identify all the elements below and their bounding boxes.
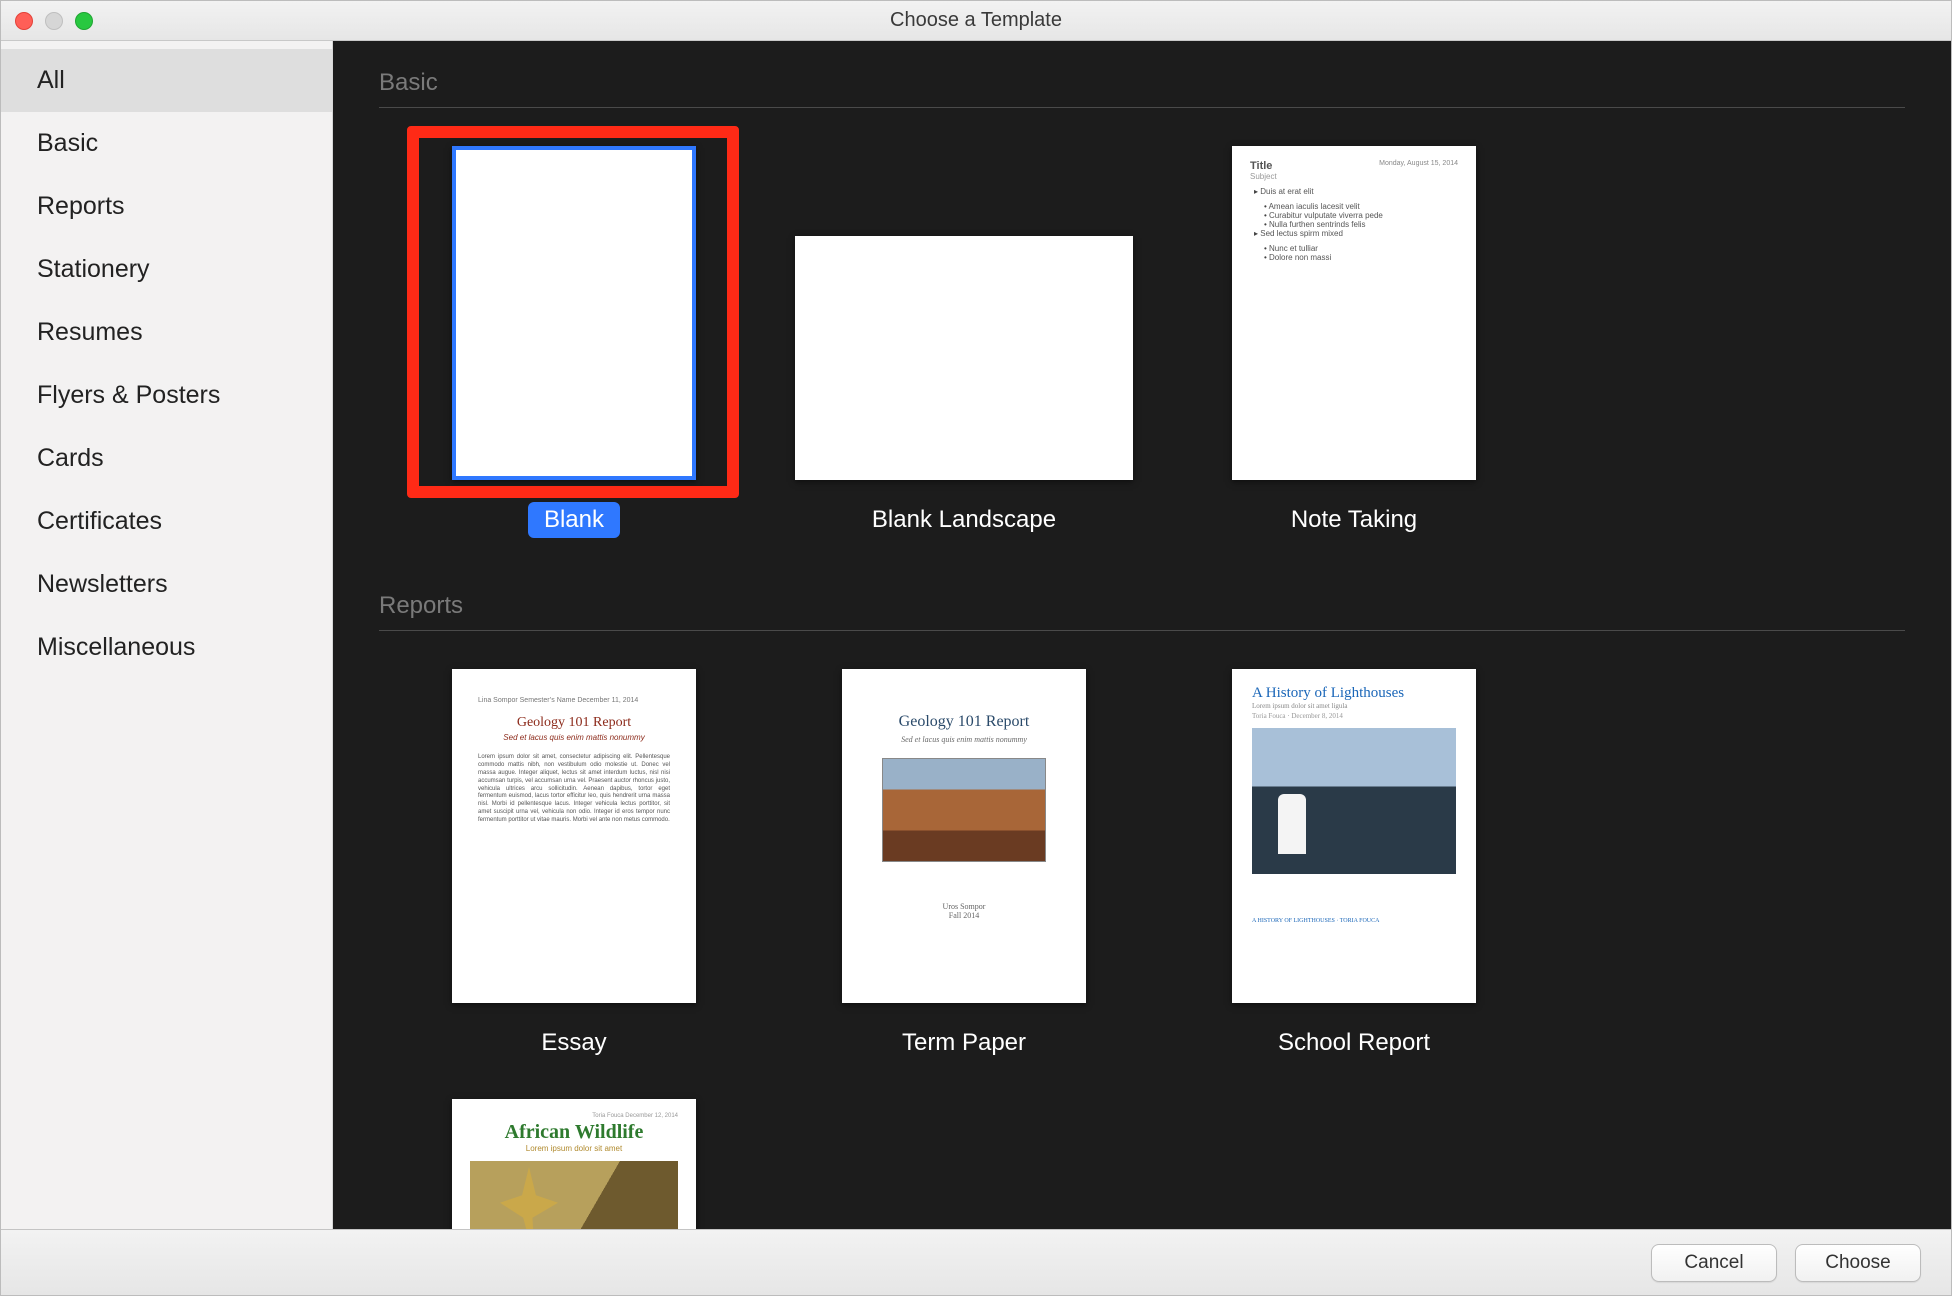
template-blank[interactable]: Blank xyxy=(379,134,769,538)
section-rule xyxy=(379,107,1905,108)
template-chooser-window: Choose a Template All Basic Reports Stat… xyxy=(0,0,1952,1296)
thumb-area: Lina Sompor Semester’s Name December 11,… xyxy=(379,657,769,1003)
thumb-area: Monday, August 15, 2014 Title Subject Du… xyxy=(1159,134,1549,480)
sidebar-item-label: Reports xyxy=(37,192,125,220)
sidebar-item-resumes[interactable]: Resumes xyxy=(1,301,332,364)
thumb-area: A History of Lighthouses Lorem ipsum dol… xyxy=(1159,657,1549,1003)
template-label: School Report xyxy=(1262,1025,1446,1061)
section-header-reports: Reports xyxy=(379,564,1905,630)
basic-grid: Blank Blank Landscape Monday, August 15,… xyxy=(379,134,1905,564)
template-label: Term Paper xyxy=(886,1025,1042,1061)
template-label: Blank Landscape xyxy=(856,502,1072,538)
template-label: Note Taking xyxy=(1275,502,1433,538)
sidebar-item-cards[interactable]: Cards xyxy=(1,427,332,490)
sidebar-item-all[interactable]: All xyxy=(1,49,332,112)
thumb-area: Geology 101 Report Sed et lacus quis eni… xyxy=(769,657,1159,1003)
titlebar: Choose a Template xyxy=(1,1,1951,41)
thumbnail-blank-landscape xyxy=(795,236,1133,480)
thumbnail-essay: Lina Sompor Semester’s Name December 11,… xyxy=(452,669,696,1003)
section-header-basic: Basic xyxy=(379,41,1905,107)
preview-content: A History of Lighthouses Lorem ipsum dol… xyxy=(1232,669,1476,940)
preview-content: Toria Fouca December 12, 2014 African Wi… xyxy=(452,1099,696,1229)
choose-button[interactable]: Choose xyxy=(1795,1244,1921,1282)
sidebar-item-label: Newsletters xyxy=(37,570,168,598)
window-body: All Basic Reports Stationery Resumes Fly… xyxy=(1,41,1951,1229)
preview-photo xyxy=(882,758,1046,862)
thumb-area xyxy=(379,134,769,480)
sidebar-item-certificates[interactable]: Certificates xyxy=(1,490,332,553)
sidebar-item-stationery[interactable]: Stationery xyxy=(1,238,332,301)
template-note-taking[interactable]: Monday, August 15, 2014 Title Subject Du… xyxy=(1159,134,1549,538)
thumbnail-blank xyxy=(452,146,696,480)
template-label: Blank xyxy=(528,502,620,538)
sidebar: All Basic Reports Stationery Resumes Fly… xyxy=(1,41,333,1229)
template-gallery[interactable]: Basic Blank Blank Landscape xyxy=(333,41,1951,1229)
template-visual-report[interactable]: Toria Fouca December 12, 2014 African Wi… xyxy=(379,1087,769,1229)
cancel-button[interactable]: Cancel xyxy=(1651,1244,1777,1282)
template-blank-landscape[interactable]: Blank Landscape xyxy=(769,134,1159,538)
preview-photo xyxy=(470,1161,678,1229)
template-label: Essay xyxy=(525,1025,622,1061)
sidebar-item-reports[interactable]: Reports xyxy=(1,175,332,238)
thumb-area: Toria Fouca December 12, 2014 African Wi… xyxy=(379,1087,769,1229)
section-rule xyxy=(379,630,1905,631)
window-title: Choose a Template xyxy=(1,9,1951,32)
sidebar-item-label: Miscellaneous xyxy=(37,633,195,661)
sidebar-item-label: All xyxy=(37,66,65,94)
thumbnail-school-report: A History of Lighthouses Lorem ipsum dol… xyxy=(1232,669,1476,1003)
template-term-paper[interactable]: Geology 101 Report Sed et lacus quis eni… xyxy=(769,657,1159,1061)
thumbnail-visual-report: Toria Fouca December 12, 2014 African Wi… xyxy=(452,1099,696,1229)
preview-photo xyxy=(1252,728,1456,874)
reports-grid: Lina Sompor Semester’s Name December 11,… xyxy=(379,657,1905,1229)
sidebar-item-label: Resumes xyxy=(37,318,143,346)
sidebar-item-label: Cards xyxy=(37,444,104,472)
template-essay[interactable]: Lina Sompor Semester’s Name December 11,… xyxy=(379,657,769,1061)
sidebar-item-miscellaneous[interactable]: Miscellaneous xyxy=(1,616,332,679)
preview-content: Geology 101 Report Sed et lacus quis eni… xyxy=(842,669,1086,940)
thumbnail-term-paper: Geology 101 Report Sed et lacus quis eni… xyxy=(842,669,1086,1003)
sidebar-item-label: Basic xyxy=(37,129,98,157)
thumb-area xyxy=(769,134,1159,480)
sidebar-item-flyers-posters[interactable]: Flyers & Posters xyxy=(1,364,332,427)
template-school-report[interactable]: A History of Lighthouses Lorem ipsum dol… xyxy=(1159,657,1549,1061)
thumbnail-note-taking: Monday, August 15, 2014 Title Subject Du… xyxy=(1232,146,1476,480)
sidebar-item-label: Flyers & Posters xyxy=(37,381,220,409)
sidebar-item-newsletters[interactable]: Newsletters xyxy=(1,553,332,616)
preview-content: Monday, August 15, 2014 Title Subject Du… xyxy=(1232,146,1476,276)
sidebar-item-label: Certificates xyxy=(37,507,162,535)
sidebar-item-label: Stationery xyxy=(37,255,150,283)
sidebar-item-basic[interactable]: Basic xyxy=(1,112,332,175)
preview-content: Lina Sompor Semester’s Name December 11,… xyxy=(452,669,696,853)
footer: Cancel Choose xyxy=(1,1229,1951,1295)
